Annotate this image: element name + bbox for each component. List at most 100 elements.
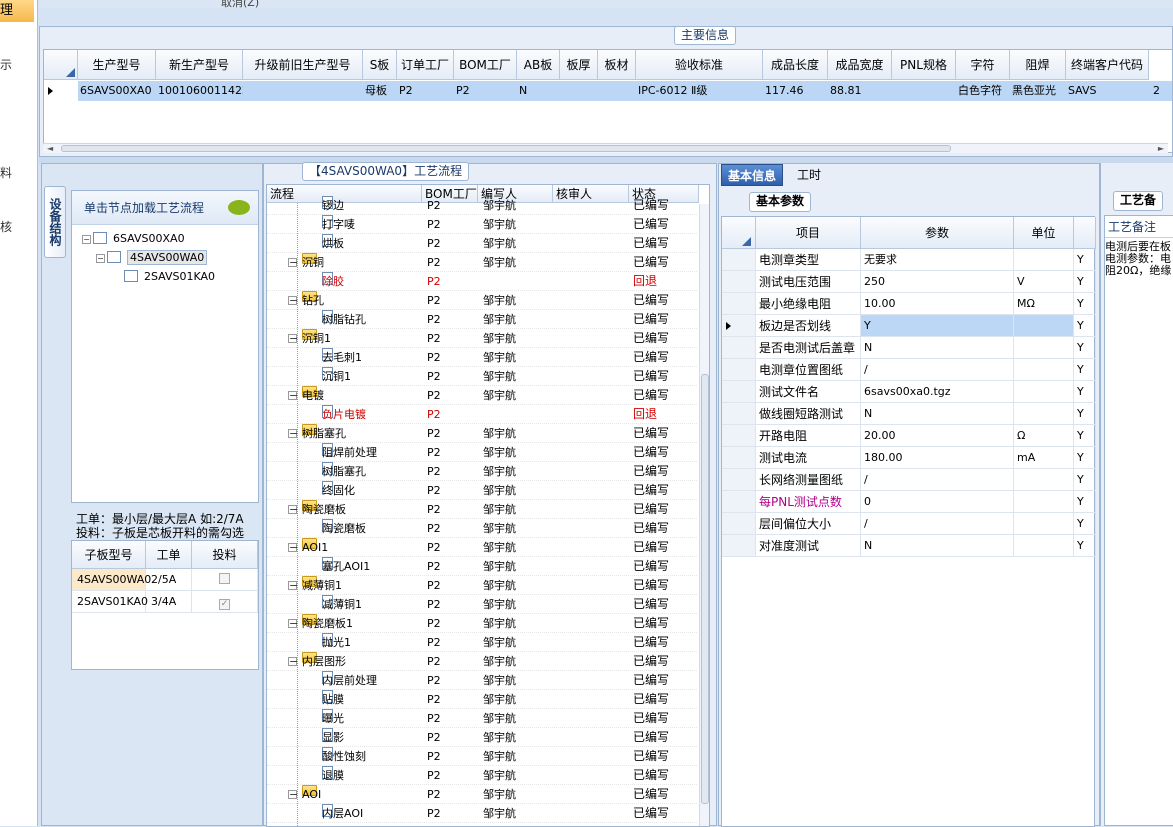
sub-model-cell[interactable]: 4SAVS00WA0 xyxy=(72,569,151,591)
grid-cell[interactable]: 10010600114228 xyxy=(156,81,243,101)
flow-row[interactable]: 塞孔AOI1 P2 邹宇航 已编写 xyxy=(267,557,697,576)
col-header[interactable]: 生产型号 xyxy=(78,50,156,80)
flow-row[interactable]: − 陶瓷磨板1 P2 邹宇航 已编写 xyxy=(267,614,697,633)
grid-cell[interactable] xyxy=(560,81,598,101)
col-header[interactable]: 新生产型号 xyxy=(156,50,243,80)
param-unit[interactable] xyxy=(1014,513,1074,535)
param-value[interactable]: N xyxy=(861,337,1014,359)
param-flag[interactable]: Y xyxy=(1074,315,1096,337)
flow-row[interactable]: − 陶瓷磨板 P2 邹宇航 已编写 xyxy=(267,500,697,519)
collapse-icon[interactable]: − xyxy=(288,390,298,401)
col-header[interactable]: 参数 xyxy=(861,217,1014,249)
collapse-icon[interactable]: − xyxy=(288,257,298,268)
param-item[interactable]: 长网络测量图纸 xyxy=(756,469,861,491)
param-value[interactable]: Y xyxy=(861,315,1014,337)
collapse-icon[interactable]: − xyxy=(288,656,298,667)
col-header[interactable]: 板材 xyxy=(598,50,636,80)
grid-cell[interactable]: 88.81 xyxy=(828,81,892,101)
param-value[interactable]: 20.00 xyxy=(861,425,1014,447)
col-header[interactable]: S板 xyxy=(363,50,397,80)
col-header[interactable]: 字符 xyxy=(956,50,1010,80)
col-header[interactable]: 升级前旧生产型号 xyxy=(243,50,363,80)
param-flag[interactable]: Y xyxy=(1074,381,1096,403)
flow-row[interactable]: 负片电镀 P2 回退 xyxy=(267,405,697,424)
param-flag[interactable]: Y xyxy=(1074,337,1096,359)
nav-item[interactable]: 示 xyxy=(0,56,12,73)
param-value[interactable]: / xyxy=(861,513,1014,535)
col-header[interactable]: 板厚 xyxy=(560,50,598,80)
param-unit[interactable] xyxy=(1014,469,1074,491)
param-item[interactable]: 是否电测试后盖章 xyxy=(756,337,861,359)
flow-row[interactable]: 除胶 P2 回退 xyxy=(267,272,697,291)
flow-row[interactable]: 终固化 P2 邹宇航 已编写 xyxy=(267,481,697,500)
flow-row[interactable]: 显影 P2 邹宇航 已编写 xyxy=(267,728,697,747)
grid-cell[interactable]: 母板 xyxy=(363,81,397,101)
param-unit[interactable] xyxy=(1014,337,1074,359)
collapse-icon[interactable]: − xyxy=(288,504,298,515)
col-header[interactable]: AB板 xyxy=(517,50,560,80)
param-item[interactable]: 测试文件名 xyxy=(756,381,861,403)
param-unit[interactable]: V xyxy=(1014,271,1074,293)
param-value[interactable]: 250 xyxy=(861,271,1014,293)
grid-cell[interactable]: 6SAVS00XA0 xyxy=(78,81,156,101)
grid-cell[interactable]: 2 xyxy=(1151,81,1171,101)
grid-cell[interactable]: 黑色亚光 xyxy=(1010,81,1066,101)
param-unit[interactable] xyxy=(1014,491,1074,513)
col-header[interactable]: 工单 xyxy=(146,541,192,569)
nav-item-selected[interactable]: 理 xyxy=(0,0,34,22)
param-value[interactable]: 0 xyxy=(861,491,1014,513)
flow-row[interactable]: − 树脂塞孔 P2 邹宇航 已编写 xyxy=(267,424,697,443)
process-notes-text[interactable]: 电测后要在板 电测参数：电 阻20Ω，绝缘 xyxy=(1105,238,1173,277)
scrollbar-thumb[interactable] xyxy=(701,374,709,804)
param-value[interactable]: 6savs00xa0.tgz xyxy=(861,381,1014,403)
tree-node-grandchild[interactable]: 2SAVS01KA0 xyxy=(124,269,215,285)
flow-row[interactable]: 减薄铜1 P2 邹宇航 已编写 xyxy=(267,595,697,614)
flow-row[interactable]: 打字唛 P2 邹宇航 已编写 xyxy=(267,215,697,234)
param-flag[interactable]: Y xyxy=(1074,359,1096,381)
grid-cell[interactable]: P2 xyxy=(397,81,454,101)
param-unit[interactable]: mA xyxy=(1014,447,1074,469)
flow-row[interactable]: 退膜 P2 邹宇航 已编写 xyxy=(267,766,697,785)
flow-row[interactable]: 锣边 P2 邹宇航 已编写 xyxy=(267,196,697,215)
col-header[interactable]: 订单工厂 xyxy=(397,50,454,80)
param-item[interactable]: 每PNL测试点数 xyxy=(756,491,861,513)
param-unit[interactable]: Ω xyxy=(1014,425,1074,447)
flow-row[interactable]: 陶瓷磨板 P2 邹宇航 已编写 xyxy=(267,519,697,538)
flow-row[interactable]: − AOI P2 邹宇航 已编写 xyxy=(267,785,697,804)
vertical-scrollbar[interactable] xyxy=(699,204,709,826)
flow-row[interactable]: − 减薄铜1 P2 邹宇航 已编写 xyxy=(267,576,697,595)
collapse-icon[interactable]: − xyxy=(288,295,298,306)
flow-row[interactable]: 烘板 P2 邹宇航 已编写 xyxy=(267,234,697,253)
grid-cell[interactable]: 117.46 xyxy=(763,81,828,101)
tab-work-hours[interactable]: 工时 xyxy=(791,164,827,186)
collapse-icon[interactable]: − xyxy=(288,428,298,439)
flow-row[interactable]: − 沉铜 P2 邹宇航 已编写 xyxy=(267,253,697,272)
flow-row[interactable]: 酸性蚀刻 P2 邹宇航 已编写 xyxy=(267,747,697,766)
tab-basic-info[interactable]: 基本信息 xyxy=(721,164,784,186)
grid-cell[interactable]: SAVS xyxy=(1066,81,1149,101)
param-item[interactable]: 板边是否划线 xyxy=(756,315,861,337)
param-unit[interactable] xyxy=(1014,403,1074,425)
col-header[interactable]: 阻焊 xyxy=(1010,50,1066,80)
col-header[interactable]: 项目 xyxy=(756,217,861,249)
col-header[interactable]: PNL规格 xyxy=(892,50,956,80)
param-item[interactable]: 做线圈短路测试 xyxy=(756,403,861,425)
feed-checkbox[interactable] xyxy=(219,573,230,584)
param-flag[interactable]: Y xyxy=(1074,513,1096,535)
flow-row[interactable]: 树脂塞孔 P2 邹宇航 已编写 xyxy=(267,462,697,481)
param-item[interactable]: 测试电流 xyxy=(756,447,861,469)
param-flag[interactable]: Y xyxy=(1074,425,1096,447)
param-flag[interactable]: Y xyxy=(1074,491,1096,513)
flow-row[interactable]: 贴膜 P2 邹宇航 已编写 xyxy=(267,690,697,709)
sub-order-cell[interactable]: 3/4A xyxy=(146,591,192,613)
grid-cell[interactable]: 白色字符 xyxy=(956,81,1010,101)
flow-row[interactable]: 阻焊前处理 P2 邹宇航 已编写 xyxy=(267,443,697,462)
col-header[interactable]: BOM工厂 xyxy=(454,50,517,80)
param-flag[interactable]: Y xyxy=(1074,293,1096,315)
flow-row[interactable]: − 内层图形 P2 邹宇航 已编写 xyxy=(267,652,697,671)
collapse-icon[interactable]: − xyxy=(288,789,298,800)
param-flag[interactable]: Y xyxy=(1074,249,1096,271)
grid-cell[interactable] xyxy=(892,81,956,101)
flow-row[interactable]: 曝光 P2 邹宇航 已编写 xyxy=(267,709,697,728)
grid-cell[interactable]: IPC-6012 Ⅱ级 xyxy=(636,81,763,101)
